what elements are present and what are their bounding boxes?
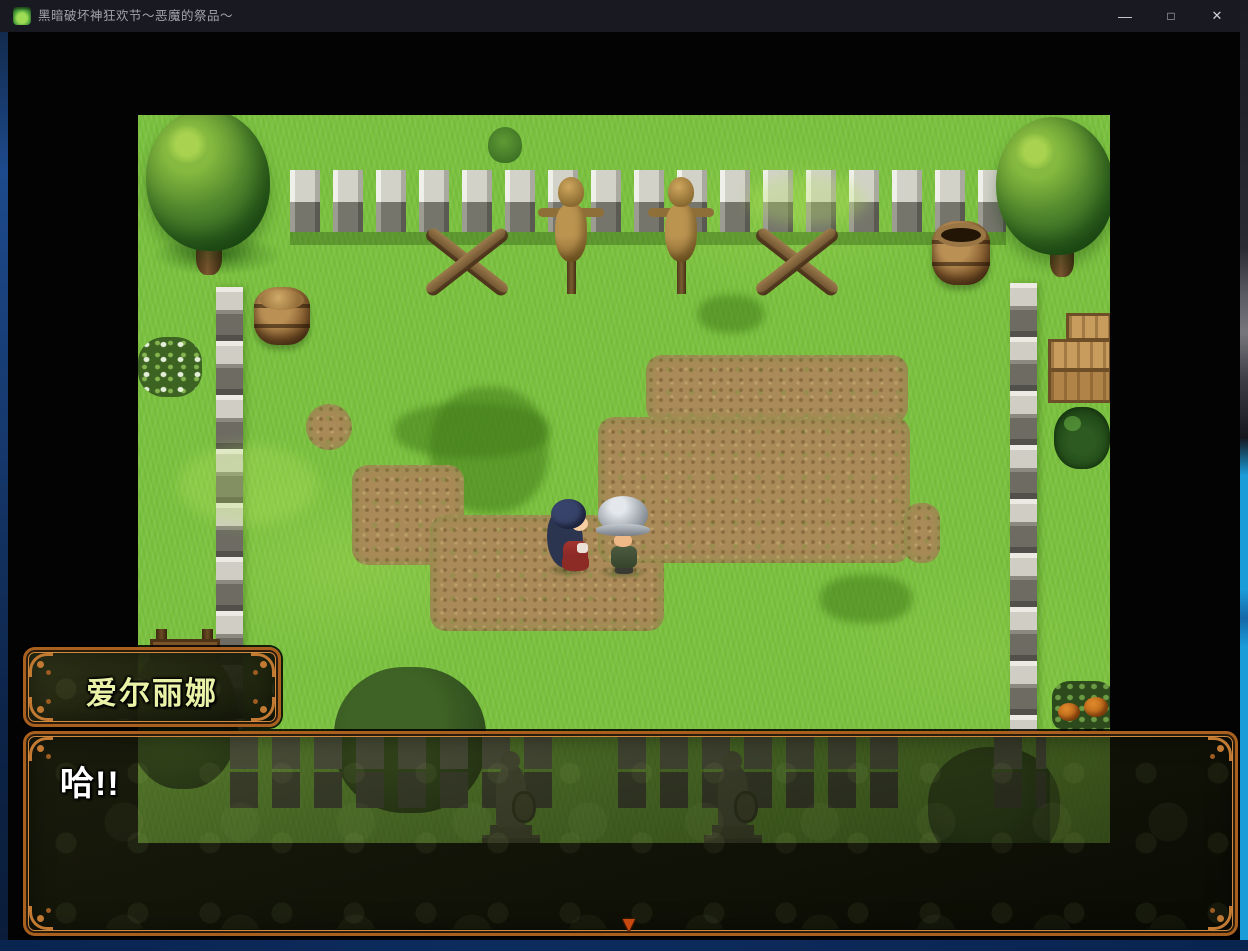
barrel-open [932, 221, 990, 285]
knight-body [611, 546, 637, 568]
heroine-sleeve [577, 543, 588, 553]
scarecrow-head [558, 177, 584, 207]
continue-arrow-icon[interactable]: ▼ [619, 913, 640, 937]
corner-ornament-icon [1208, 737, 1232, 761]
barrel-opening [936, 223, 986, 247]
dirt-patch-right-ext [904, 503, 940, 563]
dialogue-text: 哈!! [60, 756, 120, 805]
fern-plant [1054, 407, 1110, 469]
wooden-barricade [754, 227, 840, 297]
character-knight [596, 493, 650, 575]
grass-tuft [488, 127, 522, 163]
dirt-patch-right-top [646, 355, 908, 423]
app-icon [13, 7, 31, 25]
minimize-button[interactable]: — [1102, 0, 1148, 32]
maximize-button[interactable]: □ [1148, 0, 1194, 32]
barrel-lid [260, 290, 304, 310]
window-title: 黑暗破坏神狂欢节～恶魔的祭品～ [38, 0, 233, 32]
stair-step [1066, 313, 1110, 341]
name-box: 爱尔丽娜 [23, 647, 281, 727]
pumpkin [1058, 703, 1080, 721]
fence-shadow [290, 232, 1006, 245]
damask-pattern [30, 738, 1231, 929]
close-button[interactable]: ✕ [1194, 0, 1240, 32]
pumpkin [1084, 697, 1108, 717]
game-client-area: 爱尔丽娜 哈!! ▼ [8, 32, 1240, 940]
scarecrow [652, 177, 710, 295]
light-grass-patch [748, 175, 868, 225]
dark-grass-patch [394, 403, 549, 458]
light-grass-patch [178, 445, 318, 525]
message-box[interactable]: 哈!! ▼ [23, 731, 1238, 936]
scarecrow-body [555, 204, 587, 262]
tree-top-right [996, 117, 1110, 255]
stone-fence-bottom [290, 202, 1006, 232]
character-heroine [545, 499, 593, 575]
wooden-barricade [424, 227, 510, 297]
knight-helmet-rim [596, 524, 650, 536]
desktop-wallpaper-left [0, 0, 8, 951]
heroine-skirt [562, 557, 589, 571]
dark-grass-patch [698, 295, 764, 333]
dirt-patch-small [306, 404, 352, 450]
flower-bush [138, 337, 202, 397]
speaker-name: 爱尔丽娜 [26, 668, 278, 713]
scarecrow [542, 177, 600, 295]
corner-ornament-icon [29, 737, 53, 761]
stair-step [1048, 339, 1110, 371]
desktop-wallpaper-right [1240, 0, 1248, 951]
scarecrow-head [668, 177, 694, 207]
barrel-closed [254, 287, 310, 345]
corner-ornament-icon [1208, 906, 1232, 930]
stone-fence-top [290, 170, 1006, 202]
scarecrow-pole [567, 260, 576, 294]
heroine-hair-top [551, 499, 586, 529]
dark-grass-patch [820, 575, 912, 623]
pumpkin-patch [1052, 681, 1110, 733]
pillar-column-right [1010, 283, 1037, 733]
wooden-stairs [1048, 313, 1110, 403]
title-bar[interactable]: 黑暗破坏神狂欢节～恶魔的祭品～ — □ ✕ [0, 0, 1240, 32]
tree-top-left [146, 115, 270, 251]
scarecrow-pole [677, 260, 686, 294]
scarecrow-body [665, 204, 697, 262]
corner-ornament-icon [29, 906, 53, 930]
desktop-wallpaper-bottom [0, 940, 1248, 951]
stair-step [1048, 369, 1110, 403]
